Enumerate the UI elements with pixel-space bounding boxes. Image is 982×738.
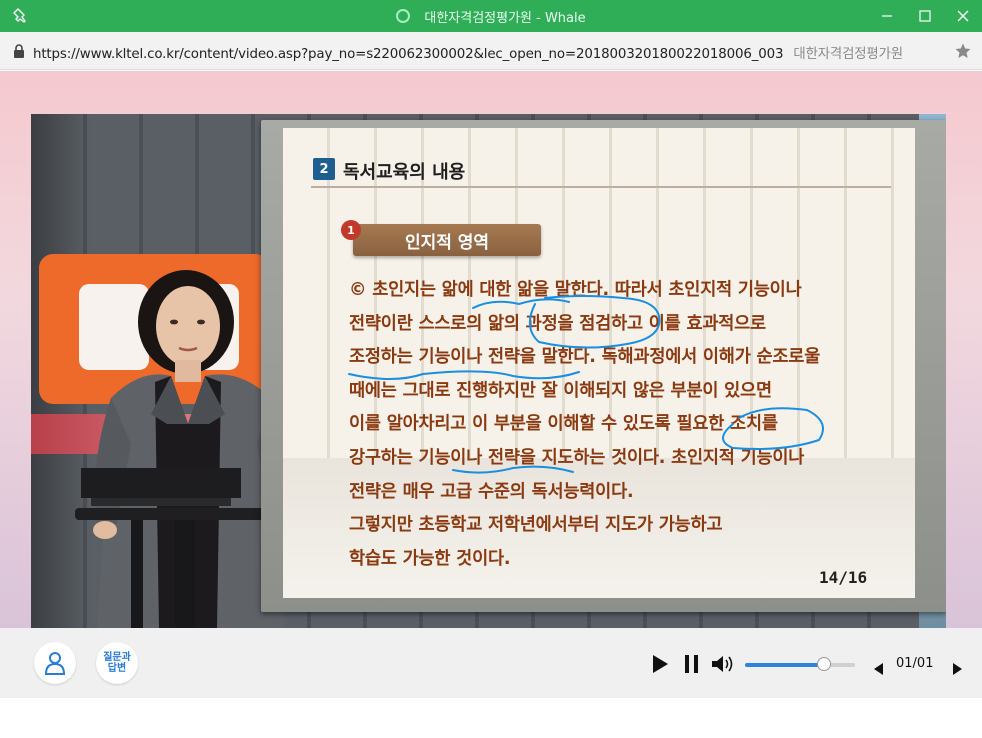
slide-heading: 독서교육의 내용 xyxy=(343,162,466,183)
slide-line: 때에는 그대로 진행하지만 잘 이해되지 않은 부분이 있으면 xyxy=(349,380,772,401)
address-bar[interactable]: https://www.kltel.co.kr/content/video.as… xyxy=(0,32,982,70)
close-button[interactable] xyxy=(946,0,980,32)
player-control-bar: 질문과 답변 01/01 xyxy=(0,628,982,698)
previous-page-icon[interactable] xyxy=(872,658,884,680)
volume-slider-fill xyxy=(745,663,825,667)
slide-line: 조정하는 기능이나 전략을 말한다. 독해과정에서 이해가 순조로울 xyxy=(349,347,821,368)
url-text: https://www.kltel.co.kr/content/video.as… xyxy=(33,47,784,62)
heading-divider xyxy=(311,186,891,188)
video-player[interactable]: 2 독서교육의 내용 인지적 영역 1 © 초인지는 앎에 대한 앎을 말한다.… xyxy=(31,114,946,628)
bookmark-star-icon[interactable] xyxy=(954,42,972,60)
profile-button[interactable] xyxy=(34,642,76,684)
minimize-button[interactable] xyxy=(870,0,904,32)
qa-label: 질문과 답변 xyxy=(103,652,131,674)
section-title-tag: 인지적 영역 xyxy=(353,224,541,256)
url-field[interactable]: https://www.kltel.co.kr/content/video.as… xyxy=(33,42,903,62)
bottom-strip xyxy=(0,698,982,738)
whale-logo-icon xyxy=(396,9,411,23)
page-counter: 01/01 xyxy=(896,656,934,671)
slide-line: © 초인지는 앎에 대한 앎을 말한다. 따라서 초인지적 기능이나 xyxy=(349,280,802,300)
slide-line: 전략이란 스스로의 앎의 과정을 점검하고 이를 효과적으로 xyxy=(349,313,766,334)
title-bar: 대한자격검정평가원 - Whale xyxy=(0,0,982,32)
slide-line: 강구하는 기능이나 전략을 지도하는 것이다. 초인지적 기능이나 xyxy=(349,447,805,468)
qa-button[interactable]: 질문과 답변 xyxy=(96,642,138,684)
play-icon[interactable] xyxy=(650,653,670,675)
pause-icon[interactable] xyxy=(682,653,702,675)
lock-icon xyxy=(14,44,24,58)
slide-line: 전략은 매우 고급 수준의 독서능력이다. xyxy=(349,481,634,502)
slide-page-indicator: 14/16 xyxy=(819,568,868,587)
slide-section-badge: 2 xyxy=(313,158,335,180)
qa-label-line2: 답변 xyxy=(107,663,127,674)
section-number-badge: 1 xyxy=(341,220,361,240)
lecture-slide: 2 독서교육의 내용 인지적 영역 1 © 초인지는 앎에 대한 앎을 말한다.… xyxy=(283,128,915,598)
next-page-icon[interactable] xyxy=(952,658,964,680)
volume-slider-handle[interactable] xyxy=(817,657,832,671)
volume-slider[interactable] xyxy=(745,657,855,671)
slide-line: 이를 알아차리고 이 부분을 이해할 수 있도록 필요한 조치를 xyxy=(349,414,778,435)
qa-label-line1: 질문과 xyxy=(103,652,131,663)
maximize-button[interactable] xyxy=(908,0,942,32)
slide-line: 그렇지만 초등학교 저학년에서부터 지도가 가능하고 xyxy=(349,515,723,536)
site-name: 대한자격검정평가원 xyxy=(793,47,903,62)
slide-body-text: © 초인지는 앎에 대한 앎을 말한다. 따라서 초인지적 기능이나 전략이란 … xyxy=(349,274,909,576)
person-icon xyxy=(44,652,66,675)
volume-icon[interactable] xyxy=(710,653,736,675)
window-title: 대한자격검정평가원 - Whale xyxy=(424,10,586,26)
